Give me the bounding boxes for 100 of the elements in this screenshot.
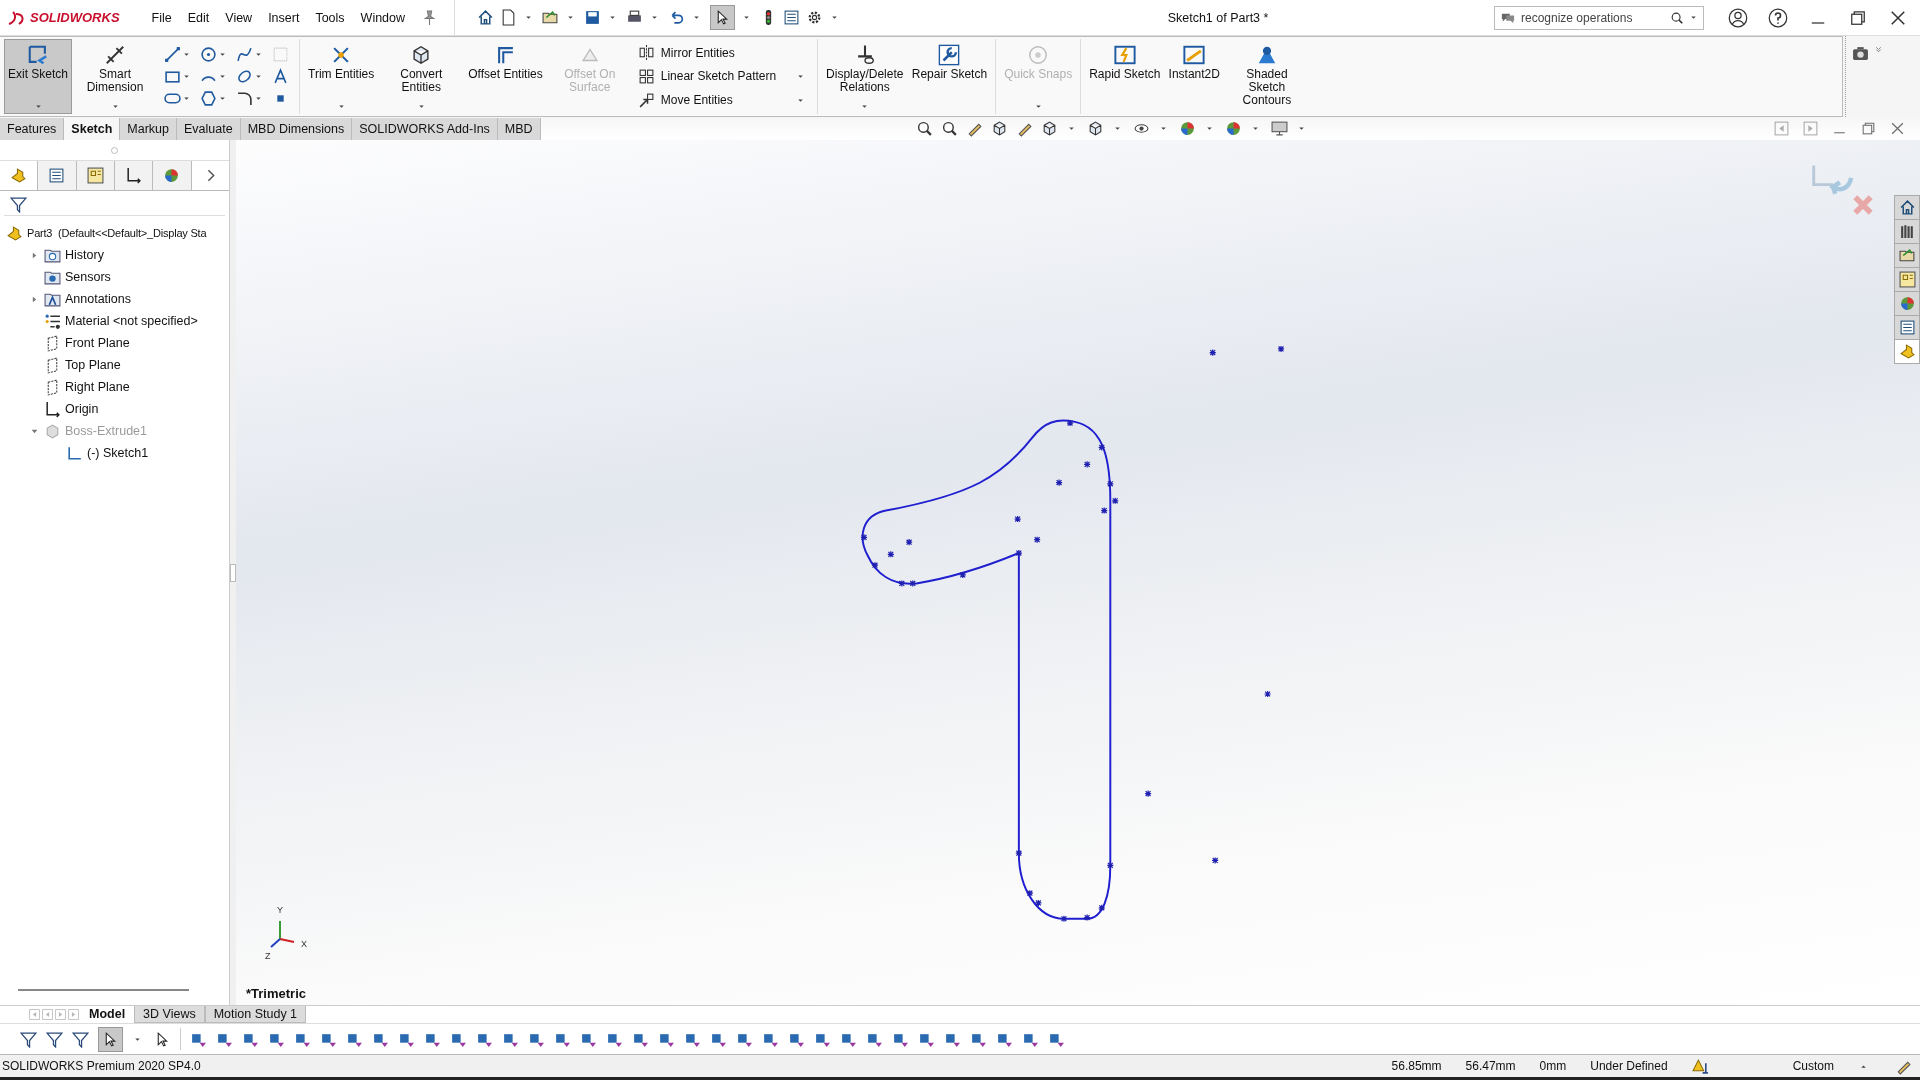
filter-icon[interactable] xyxy=(72,1030,89,1048)
caret-icon[interactable] xyxy=(566,13,576,22)
ribbon-button[interactable]: Shaded Sketch Contours xyxy=(1223,39,1310,114)
units-selector[interactable]: Custom xyxy=(1792,1059,1834,1073)
ribbon-button[interactable]: Move Entities xyxy=(636,90,809,110)
caret-icon[interactable] xyxy=(1689,13,1698,22)
task-pane-icon[interactable] xyxy=(1898,295,1916,312)
line-tool-icon[interactable] xyxy=(164,45,182,63)
search-field[interactable]: recognize operations xyxy=(1519,9,1666,26)
texta-tool-icon[interactable] xyxy=(272,68,290,85)
menu-item[interactable]: Edit xyxy=(187,10,210,25)
view-tool-icon[interactable] xyxy=(915,120,933,137)
manager-tab-icon[interactable] xyxy=(125,167,143,184)
caret-icon[interactable] xyxy=(1112,124,1122,133)
model-tab[interactable]: Motion Study 1 xyxy=(204,1006,307,1023)
material-icon xyxy=(44,312,61,330)
menu-item[interactable]: View xyxy=(225,10,253,25)
rebuild-warning-icon[interactable] xyxy=(1691,1057,1709,1075)
part-icon xyxy=(6,224,23,242)
caret-icon[interactable] xyxy=(650,13,660,22)
camera-icon[interactable] xyxy=(1852,45,1869,62)
tree-item[interactable]: Annotations xyxy=(65,292,132,306)
ribbon-button[interactable]: Smart Dimension xyxy=(72,39,159,114)
menu-item[interactable]: File xyxy=(151,10,172,25)
ribbon-button[interactable]: Exit Sketch xyxy=(4,39,73,114)
ribbon-button[interactable]: Convert Entities xyxy=(378,39,465,114)
task-pane-icon[interactable] xyxy=(1898,223,1916,240)
ribbon-button[interactable]: Display/Delete Relations xyxy=(821,39,908,114)
help-icon[interactable] xyxy=(1768,7,1788,28)
tree-item[interactable]: Right Plane xyxy=(65,380,130,394)
window-title: Sketch1 of Part3 * xyxy=(1166,10,1270,25)
home-icon[interactable] xyxy=(477,9,495,26)
app-logo: SOLIDWORKS xyxy=(0,9,134,26)
task-pane-icon[interactable] xyxy=(1898,319,1916,336)
axis-label: Z xyxy=(265,951,271,961)
caret-icon[interactable] xyxy=(524,13,534,22)
menu-item[interactable]: Window xyxy=(360,10,406,25)
task-pane-icon[interactable] xyxy=(1898,247,1916,264)
menu-item[interactable]: Insert xyxy=(268,10,300,25)
fillet-tool-icon[interactable] xyxy=(236,90,254,108)
ribbon-button[interactable]: Linear Sketch Pattern xyxy=(636,67,809,86)
caret-icon[interactable] xyxy=(1296,124,1306,133)
ribbon-button[interactable]: Mirror Entities xyxy=(636,43,809,63)
caret-icon xyxy=(1033,102,1043,111)
tree-item[interactable]: Front Plane xyxy=(65,336,130,350)
filter-icon[interactable] xyxy=(20,1030,37,1048)
caret-icon[interactable] xyxy=(608,13,618,22)
restore-icon[interactable] xyxy=(1860,120,1877,137)
splitter-handle[interactable] xyxy=(230,563,236,582)
tree-item[interactable]: Origin xyxy=(65,402,99,416)
ribbon-button[interactable]: Instant2D xyxy=(1164,39,1224,114)
command-icon xyxy=(938,44,961,66)
save-icon[interactable] xyxy=(584,9,602,26)
caret-icon[interactable] xyxy=(1250,124,1260,133)
spline-tool-icon[interactable] xyxy=(236,45,254,63)
ellipse-tool-icon[interactable] xyxy=(236,68,254,85)
model-tab[interactable]: 3D Views xyxy=(134,1006,205,1023)
caret-icon[interactable] xyxy=(1204,124,1214,133)
caret-icon xyxy=(33,102,43,111)
caret-icon[interactable] xyxy=(742,13,752,22)
command-icon xyxy=(637,91,655,109)
caret-icon[interactable] xyxy=(1066,124,1076,133)
search-box[interactable]: recognize operations xyxy=(1494,5,1704,30)
caret-icon[interactable] xyxy=(254,72,264,81)
caret-icon[interactable] xyxy=(692,13,702,22)
tree-item[interactable]: Top Plane xyxy=(65,358,121,372)
ribbon-tab[interactable]: Sketch xyxy=(64,118,121,140)
tree-item[interactable]: Sensors xyxy=(65,270,111,284)
ribbon-button[interactable]: Offset Entities xyxy=(464,39,547,114)
task-pane-icon[interactable] xyxy=(1898,271,1916,288)
tree-item[interactable]: Part3 (Default<<Default>_Display Sta xyxy=(27,227,207,239)
command-icon xyxy=(1027,44,1050,66)
view-tool-icon[interactable] xyxy=(940,120,958,137)
expand-chevron-icon[interactable] xyxy=(1874,45,1883,54)
tree-item[interactable]: History xyxy=(65,248,104,262)
task-pane-icon[interactable] xyxy=(1898,199,1916,216)
filter-icon[interactable] xyxy=(46,1030,63,1048)
circle-tool-icon[interactable] xyxy=(200,45,218,63)
ribbon-button[interactable]: Trim Entities xyxy=(304,39,379,114)
ribbon-button[interactable]: Rapid Sketch xyxy=(1085,39,1165,114)
rect-tool-icon[interactable] xyxy=(164,68,182,85)
caret-icon[interactable] xyxy=(1158,124,1168,133)
caret-icon[interactable] xyxy=(218,72,228,81)
filter-icon[interactable] xyxy=(10,195,27,213)
user-icon[interactable] xyxy=(1728,7,1748,28)
task-pane-icon[interactable] xyxy=(1898,343,1916,360)
menu-item[interactable]: Tools xyxy=(315,10,345,25)
list-icon[interactable] xyxy=(783,9,801,26)
search-icon[interactable] xyxy=(1670,10,1684,25)
manager-tab-icon[interactable] xyxy=(48,167,66,184)
polygon-tool-icon[interactable] xyxy=(200,90,218,108)
status-text: SOLIDWORKS Premium 2020 SP4.0 xyxy=(2,1059,201,1073)
caret-icon[interactable] xyxy=(182,72,192,81)
caret-icon[interactable] xyxy=(830,13,840,22)
coordinate-x: 56.85mm xyxy=(1391,1059,1442,1073)
feature-icon xyxy=(44,422,61,440)
view-tool-icon[interactable] xyxy=(1270,120,1288,137)
tree-item[interactable]: Material <not specified> xyxy=(65,314,198,328)
open-folder-icon[interactable] xyxy=(542,9,560,26)
ribbon-button[interactable]: Repair Sketch xyxy=(907,39,992,114)
